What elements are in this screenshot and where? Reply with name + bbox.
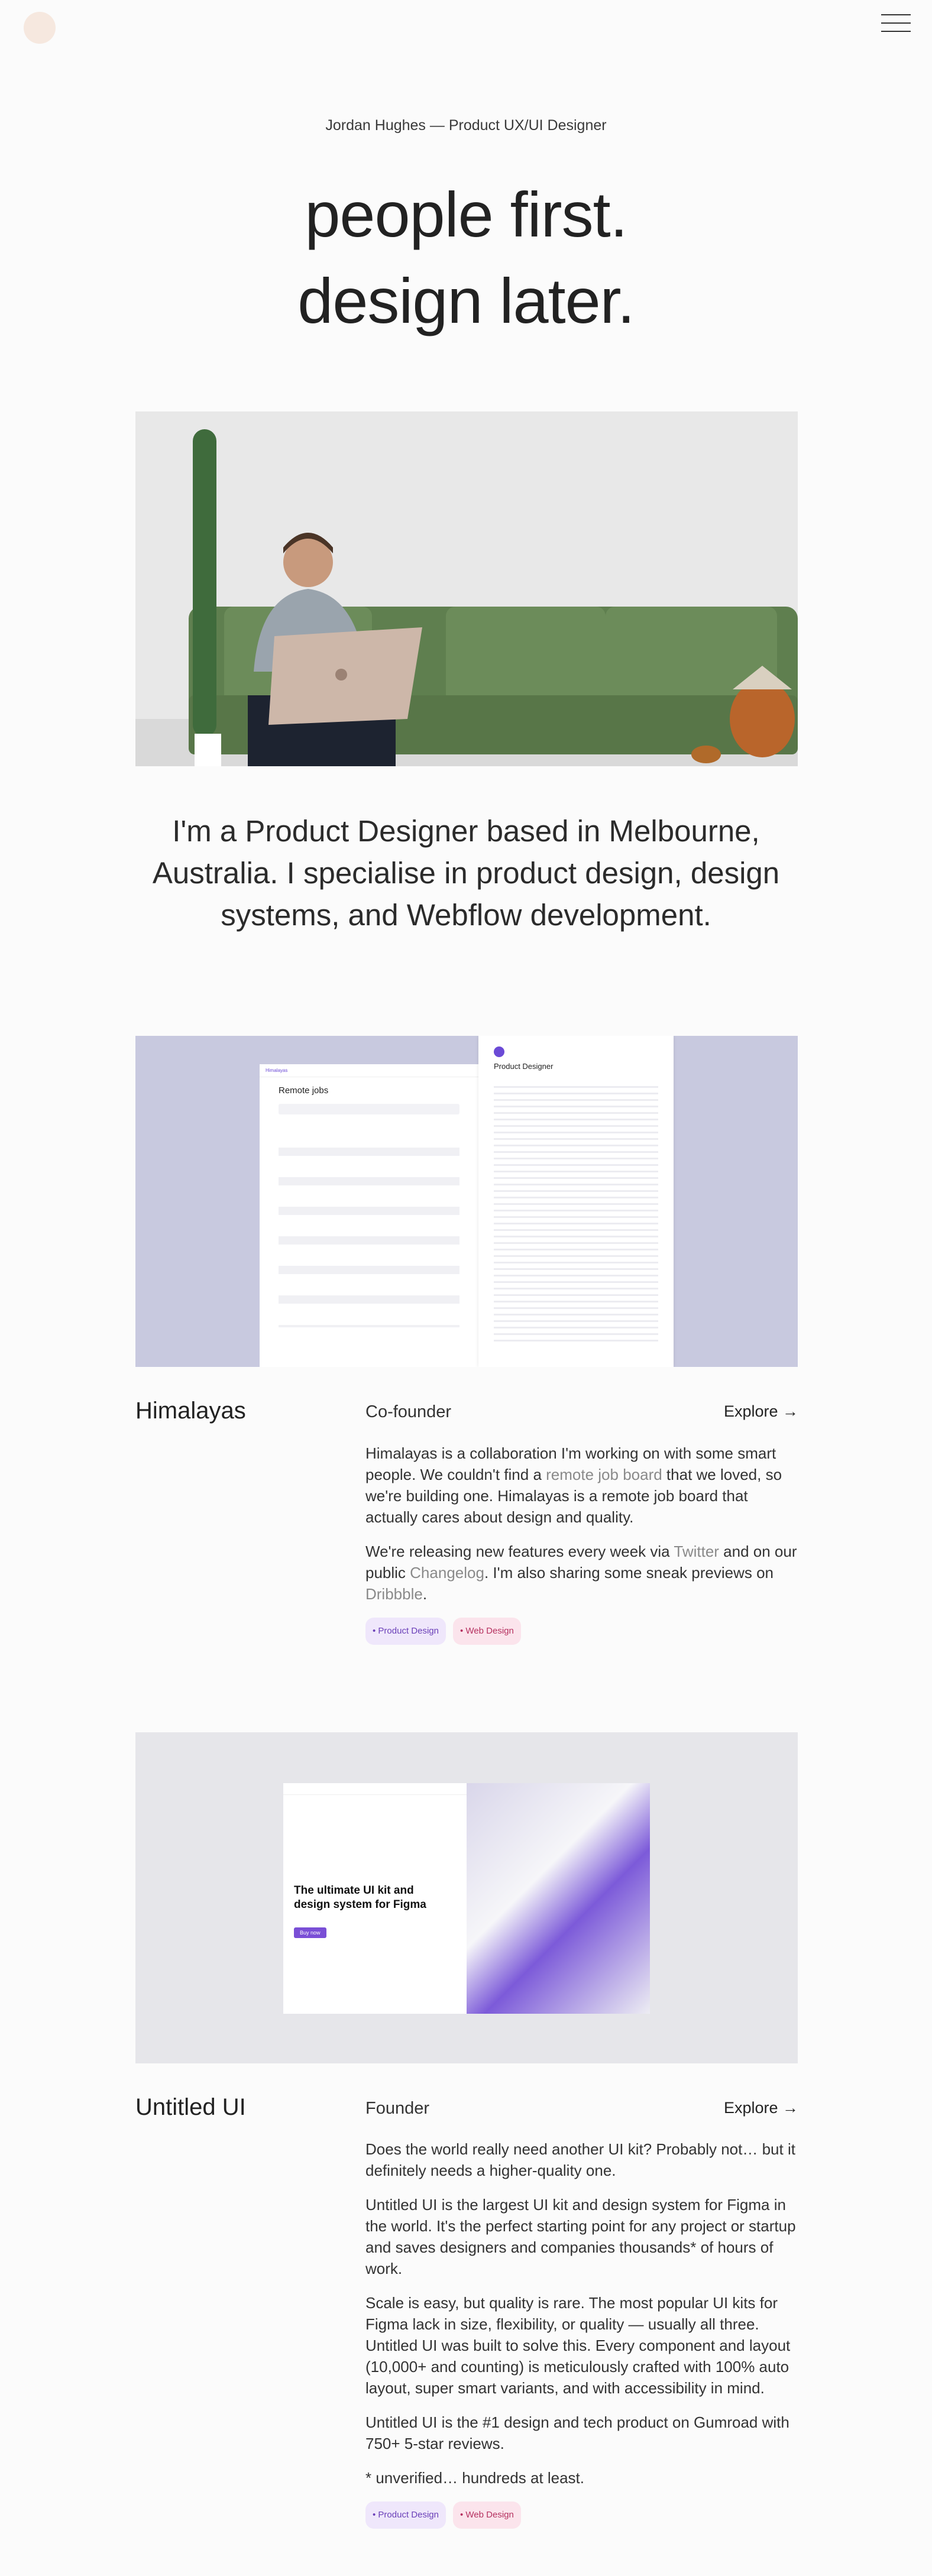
- dribbble-link[interactable]: Dribbble: [365, 1585, 423, 1603]
- untitled-ui-paragraph-2: Untitled UI is the largest UI kit and de…: [365, 2196, 796, 2277]
- hero-line-2: design later.: [297, 265, 635, 336]
- designer-photo: [135, 411, 798, 766]
- himalayas-description: Himalayas is a collaboration I'm working…: [365, 1443, 797, 1645]
- himalayas-paragraph-1: Himalayas is a collaboration I'm working…: [365, 1444, 782, 1526]
- untitled-ui-mock-headline-2: design system for Figma: [294, 1898, 426, 1911]
- himalayas-mock-jobs: Himalayas Remote jobs: [260, 1064, 478, 1367]
- himalayas-preview-image[interactable]: Himalayas Remote jobs Product Designer: [135, 1036, 798, 1367]
- hero-line-1: people first.: [305, 179, 627, 250]
- tag-web-design: • Web Design: [452, 1618, 521, 1645]
- untitled-ui-paragraph-1: Does the world really need another UI ki…: [365, 2140, 795, 2179]
- untitled-ui-explore-link[interactable]: Explore →: [698, 2099, 798, 2117]
- hamburger-menu-icon[interactable]: [881, 14, 911, 37]
- untitled-ui-paragraph-4: Untitled UI is the #1 design and tech pr…: [365, 2413, 789, 2452]
- untitled-ui-title: Untitled UI: [135, 2094, 246, 2120]
- himalayas-explore-link[interactable]: Explore →: [698, 1402, 798, 1421]
- himalayas-mock-detail-title: Product Designer: [494, 1062, 554, 1071]
- tag-product-design: • Product Design: [365, 2502, 446, 2529]
- himalayas-title: Himalayas: [135, 1398, 246, 1424]
- himalayas-mock-page-title: Remote jobs: [279, 1086, 329, 1096]
- untitled-ui-preview-image[interactable]: The ultimate UI kit and design system fo…: [135, 1732, 798, 2063]
- tag-product-design: • Product Design: [365, 1618, 446, 1645]
- untitled-ui-tags: • Product Design • Web Design: [365, 2502, 797, 2529]
- himalayas-role: Co-founder: [365, 1402, 452, 1421]
- himalayas-mock-brand: Himalayas: [260, 1064, 478, 1077]
- untitled-ui-paragraph-3: Scale is easy, but quality is rare. The …: [365, 2294, 791, 2397]
- himalayas-mock-detail: Product Designer: [478, 1036, 674, 1367]
- changelog-link[interactable]: Changelog: [410, 1564, 484, 1582]
- untitled-ui-description: Does the world really need another UI ki…: [365, 2138, 797, 2529]
- tag-web-design: • Web Design: [452, 2502, 521, 2529]
- intro-text: I'm a Product Designer based in Melbourn…: [152, 814, 780, 932]
- logo-avatar[interactable]: [24, 12, 56, 44]
- untitled-ui-paragraph-5: * unverified… hundreds at least.: [365, 2469, 584, 2487]
- untitled-ui-mock-collage: [467, 1783, 650, 2014]
- hero-headline: people first. design later.: [0, 171, 932, 344]
- twitter-link[interactable]: Twitter: [674, 1543, 719, 1560]
- untitled-ui-role: Founder: [365, 2099, 430, 2118]
- untitled-ui-mock-headline-1: The ultimate UI kit and: [294, 1884, 414, 1897]
- untitled-ui-mock-cta: Buy now: [294, 1927, 326, 1938]
- remote-job-board-link[interactable]: remote job board: [546, 1466, 662, 1483]
- himalayas-tags: • Product Design • Web Design: [365, 1618, 797, 1645]
- hero-eyebrow: Jordan Hughes — Product UX/UI Designer: [325, 117, 607, 134]
- himalayas-paragraph-2: We're releasing new features every week …: [365, 1543, 797, 1603]
- untitled-ui-mock-landing: The ultimate UI kit and design system fo…: [283, 1783, 467, 2014]
